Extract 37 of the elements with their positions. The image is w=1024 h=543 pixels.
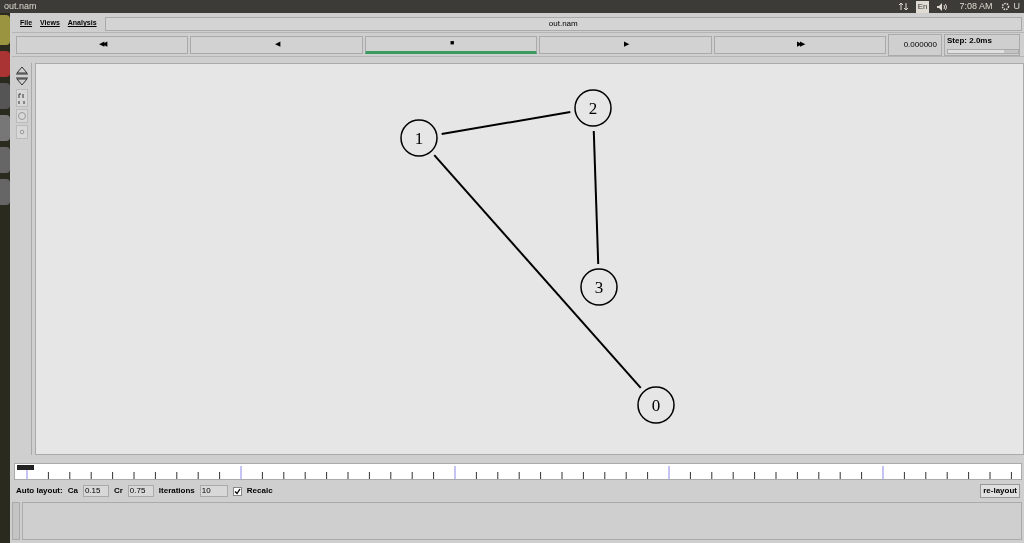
- launcher-icon[interactable]: [0, 15, 10, 45]
- network-node[interactable]: 2: [574, 89, 612, 127]
- launcher-icon[interactable]: [0, 115, 10, 141]
- circle-icon[interactable]: [15, 109, 28, 123]
- window-title: out.nam: [4, 0, 37, 13]
- time-display: 0.000000: [888, 33, 942, 56]
- zoom-out-icon[interactable]: [14, 77, 29, 87]
- recalc-label: Recalc: [246, 485, 273, 497]
- clock[interactable]: 7:08 AM: [959, 0, 993, 14]
- recalc-checkbox[interactable]: [232, 486, 242, 496]
- user-name[interactable]: U: [1013, 0, 1020, 14]
- ca-field[interactable]: 0.15: [82, 485, 109, 497]
- keyboard-indicator[interactable]: En: [915, 0, 930, 13]
- volume-icon[interactable]: [937, 2, 948, 11]
- network-icon[interactable]: [898, 2, 908, 11]
- iterations-field[interactable]: 10: [199, 485, 228, 497]
- vertical-scrollbar[interactable]: [12, 502, 20, 540]
- auto-layout-label: Auto layout:: [16, 485, 63, 497]
- re-layout-button[interactable]: re-layout: [980, 484, 1020, 498]
- timeline[interactable]: [14, 463, 1022, 480]
- file-name-field: out.nam: [104, 16, 1022, 31]
- step-label: Step: 2.0ms: [947, 35, 993, 47]
- network-node[interactable]: 3: [580, 268, 618, 306]
- step-slider-track[interactable]: [947, 49, 1019, 54]
- iterations-label: Iterations: [158, 485, 195, 497]
- annotation-text-area[interactable]: [22, 502, 1022, 540]
- network-node[interactable]: 1: [400, 119, 438, 157]
- launcher-icon[interactable]: [0, 179, 10, 205]
- cr-label: Cr: [113, 485, 123, 497]
- gear-icon[interactable]: [1000, 2, 1010, 11]
- cr-field[interactable]: 0.75: [127, 485, 154, 497]
- time-marker-icon[interactable]: [17, 465, 34, 470]
- network-node[interactable]: 0: [637, 386, 675, 424]
- step-slider-thumb[interactable]: [948, 50, 1004, 53]
- zoom-in-icon[interactable]: [14, 65, 29, 75]
- ca-label: Ca: [67, 485, 78, 497]
- launcher-icon[interactable]: [0, 147, 10, 173]
